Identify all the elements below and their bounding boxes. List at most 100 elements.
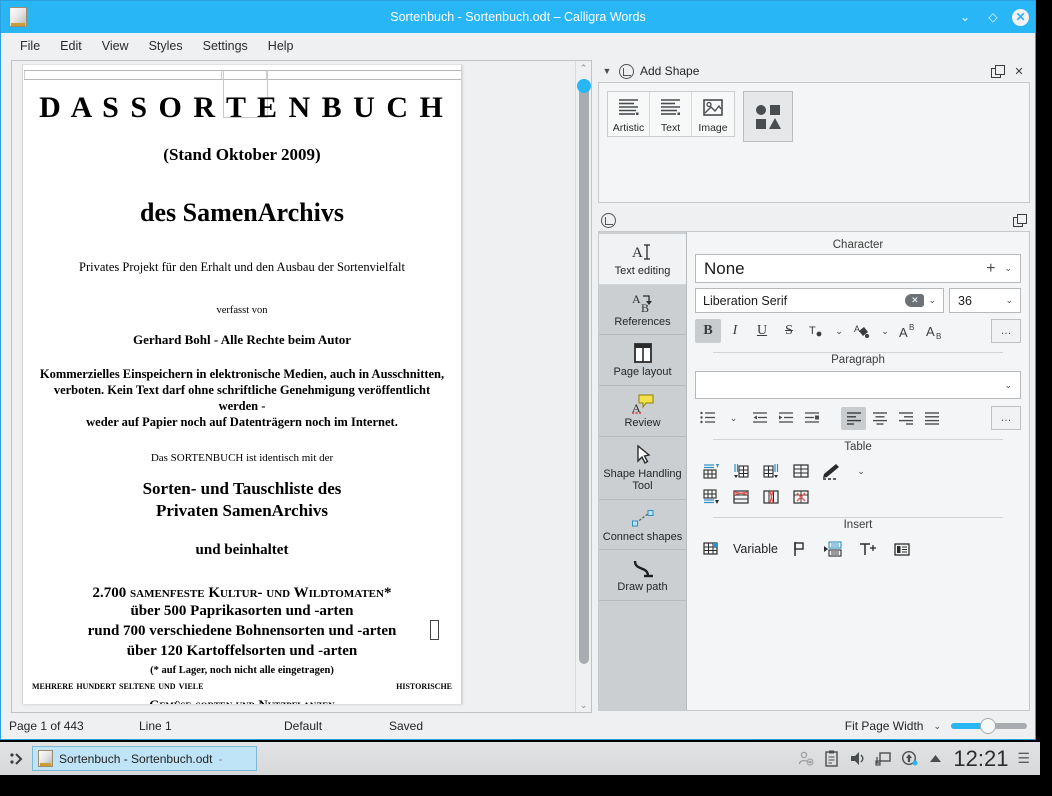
clear-font-icon[interactable]: ✕ bbox=[905, 294, 925, 307]
align-left-button[interactable] bbox=[841, 406, 866, 430]
undock-icon[interactable] bbox=[989, 63, 1005, 79]
align-right-button[interactable] bbox=[893, 407, 918, 430]
insert-row-above-button[interactable] bbox=[699, 460, 723, 482]
highlight-color-dropdown[interactable]: ⌄ bbox=[876, 319, 894, 343]
tool-tab-references[interactable]: A B References bbox=[599, 285, 686, 336]
chevron-down-icon[interactable]: ⌄ bbox=[1001, 295, 1017, 306]
minimize-button[interactable]: ⌄ bbox=[956, 8, 974, 26]
zoom-mode-label[interactable]: Fit Page Width bbox=[845, 719, 924, 733]
tool-tab-review[interactable]: A Review bbox=[599, 386, 686, 437]
menu-settings[interactable]: Settings bbox=[194, 36, 257, 56]
tool-tab-connect-shapes[interactable]: Connect shapes bbox=[599, 500, 686, 551]
list-style-dropdown[interactable]: ⌄ bbox=[721, 407, 746, 430]
updates-icon[interactable] bbox=[901, 750, 918, 767]
scrollbar-thumb[interactable] bbox=[578, 79, 589, 664]
clipboard-icon[interactable] bbox=[823, 750, 840, 767]
bookmark-flag-icon bbox=[794, 542, 804, 556]
increase-indent-button[interactable] bbox=[773, 407, 798, 430]
list-style-button[interactable] bbox=[695, 407, 720, 430]
add-image-shape-button[interactable]: Image bbox=[692, 92, 734, 136]
tool-tab-draw-path[interactable]: Draw path bbox=[599, 550, 686, 602]
insert-row-below-button[interactable] bbox=[699, 486, 723, 508]
delete-column-button[interactable] bbox=[759, 486, 783, 508]
strikethrough-button[interactable]: S bbox=[776, 319, 802, 343]
delete-row-button[interactable] bbox=[729, 486, 753, 508]
insert-frame-button[interactable] bbox=[890, 538, 914, 560]
insert-bookmark-button[interactable] bbox=[788, 538, 812, 560]
desktop-taskbar: Sortenbuch - Sortenbuch.odt - 12:21 ☰ bbox=[0, 742, 1040, 775]
font-size-combo[interactable]: 36 ⌄ bbox=[949, 288, 1021, 313]
align-center-button[interactable] bbox=[867, 407, 892, 430]
insert-variable-button[interactable]: Variable bbox=[733, 542, 778, 556]
insert-footnote-button[interactable] bbox=[822, 538, 846, 560]
highlight-color-button[interactable]: A bbox=[849, 319, 875, 343]
indent-more-button[interactable] bbox=[799, 407, 824, 430]
chevron-down-icon[interactable]: ⌄ bbox=[924, 295, 940, 306]
add-style-button[interactable]: + bbox=[981, 260, 1000, 278]
network-icon[interactable] bbox=[875, 750, 892, 767]
italic-button[interactable]: I bbox=[722, 319, 748, 343]
underline-button[interactable]: U bbox=[749, 319, 775, 343]
menu-help[interactable]: Help bbox=[259, 36, 303, 56]
merge-cells-button[interactable] bbox=[789, 460, 813, 482]
scroll-down-icon[interactable]: ⌄ bbox=[576, 698, 592, 712]
indent-more-icon bbox=[804, 412, 819, 423]
close-icon[interactable]: ✕ bbox=[1011, 63, 1027, 79]
tool-tab-text-editing[interactable]: A Text editing bbox=[599, 234, 686, 285]
scroll-up-icon[interactable]: ⌃ bbox=[576, 61, 592, 75]
menu-edit[interactable]: Edit bbox=[51, 36, 91, 56]
add-artistic-text-button[interactable]: Artistic bbox=[608, 92, 650, 136]
volume-icon[interactable] bbox=[849, 750, 866, 767]
table-border-dropdown[interactable]: ⌄ bbox=[849, 460, 873, 482]
zoom-mode-chevron-icon[interactable]: ⌄ bbox=[929, 721, 945, 732]
tool-tab-page-layout[interactable]: Page layout bbox=[599, 335, 686, 386]
subscript-button[interactable]: A B bbox=[922, 319, 948, 343]
tray-expand-icon[interactable] bbox=[927, 750, 944, 767]
paragraph-style-combo[interactable]: ⌄ bbox=[695, 371, 1021, 399]
shape-collection-button[interactable] bbox=[743, 91, 793, 142]
hamburger-icon[interactable]: ☰ bbox=[1017, 750, 1030, 767]
user-offline-icon[interactable] bbox=[797, 750, 814, 767]
maximize-button[interactable]: ◇ bbox=[984, 8, 1002, 26]
chevron-down-icon[interactable]: ⌄ bbox=[1000, 380, 1016, 391]
delete-table-button[interactable] bbox=[789, 486, 813, 508]
insert-table-button[interactable] bbox=[699, 538, 723, 560]
document-text[interactable]: D A S S O R T E N B U C H (Stand Oktober… bbox=[23, 65, 461, 704]
insert-textbox-button[interactable] bbox=[856, 538, 880, 560]
zoom-slider-handle[interactable] bbox=[979, 718, 996, 734]
doc-bohnen: rund 700 verschiedene Bohnensorten und -… bbox=[87, 623, 397, 640]
taskbar-window-button[interactable]: Sortenbuch - Sortenbuch.odt - bbox=[32, 746, 257, 771]
decrease-indent-button[interactable] bbox=[747, 407, 772, 430]
text-color-button[interactable]: T bbox=[803, 319, 829, 343]
close-button[interactable]: ✕ bbox=[1012, 8, 1029, 26]
bold-button[interactable]: B bbox=[695, 319, 721, 343]
connect-shapes-icon bbox=[630, 507, 656, 529]
scrollbar-track[interactable] bbox=[576, 75, 592, 698]
undock-icon[interactable] bbox=[1011, 212, 1027, 228]
document-scrollbar[interactable]: ⌃ ⌄ bbox=[575, 61, 591, 712]
font-family-combo[interactable]: Liberation Serif ✕ ⌄ bbox=[695, 288, 944, 313]
document-canvas[interactable]: D A S S O R T E N B U C H (Stand Oktober… bbox=[12, 61, 575, 712]
superscript-button[interactable]: A B bbox=[895, 319, 921, 343]
menu-file[interactable]: File bbox=[11, 36, 49, 56]
table-border-pen-button[interactable] bbox=[819, 460, 843, 482]
character-style-combo[interactable]: None + ⌄ bbox=[695, 254, 1021, 283]
align-justify-button[interactable] bbox=[919, 407, 944, 430]
paragraph-more-button[interactable]: … bbox=[991, 406, 1021, 430]
zoom-slider[interactable] bbox=[951, 718, 1027, 734]
menu-styles[interactable]: Styles bbox=[140, 36, 192, 56]
insert-column-left-button[interactable] bbox=[729, 460, 753, 482]
menu-launcher-icon[interactable] bbox=[6, 750, 28, 768]
doc-mehrere-right: historische bbox=[396, 678, 452, 693]
add-text-shape-button[interactable]: Text bbox=[650, 92, 692, 136]
scroll-position-marker[interactable] bbox=[576, 79, 591, 93]
character-more-button[interactable]: … bbox=[991, 319, 1021, 343]
menu-view[interactable]: View bbox=[93, 36, 138, 56]
text-color-dropdown[interactable]: ⌄ bbox=[830, 319, 848, 343]
taskbar-clock[interactable]: 12:21 bbox=[953, 746, 1008, 772]
chevron-down-icon[interactable]: ⌄ bbox=[1000, 263, 1016, 274]
chevron-down-icon[interactable]: ▼ bbox=[601, 66, 613, 76]
tool-tab-shape-handling[interactable]: Shape Handling Tool bbox=[599, 437, 686, 500]
insert-column-right-button[interactable] bbox=[759, 460, 783, 482]
document-page[interactable]: D A S S O R T E N B U C H (Stand Oktober… bbox=[22, 64, 462, 704]
